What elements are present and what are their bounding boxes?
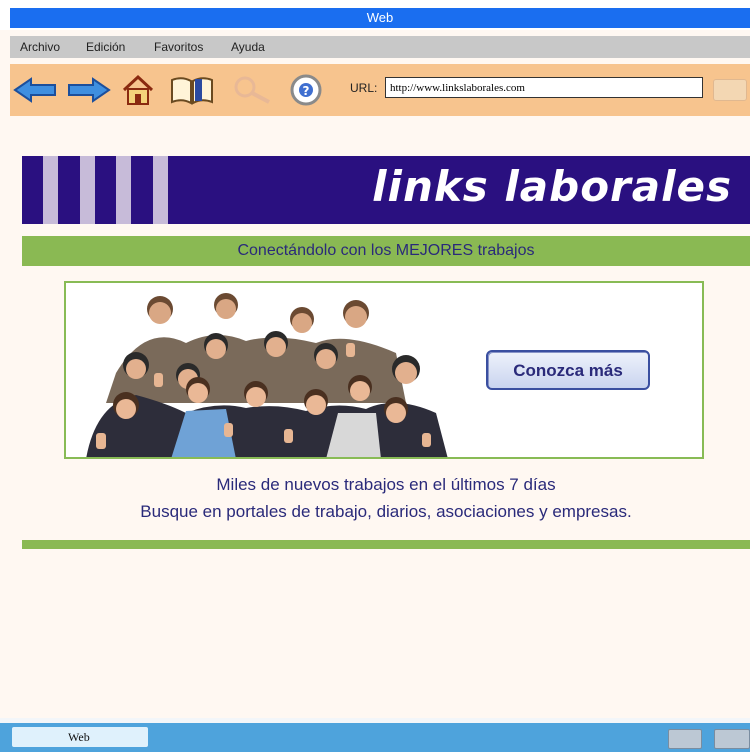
search-magnifier-icon[interactable] <box>228 74 276 106</box>
group-photo <box>76 283 456 457</box>
feature-box: Conozca más <box>64 281 704 459</box>
tray-icon[interactable] <box>668 729 702 749</box>
banner-stripe <box>43 156 58 224</box>
info-line-2: Busque en portales de trabajo, diarios, … <box>140 502 632 521</box>
tagline-text: Conectándolo con los MEJORES trabajos <box>237 242 535 259</box>
tray-icon[interactable] <box>714 729 750 749</box>
bookmarks-book-icon[interactable] <box>168 74 216 106</box>
browser-toolbar: ? URL: http://www.linkslaborales.com <box>10 64 750 116</box>
taskbar-window-button[interactable]: Web <box>12 727 148 747</box>
menu-bar: Archivo Edición Favoritos Ayuda <box>10 36 750 58</box>
site-logo-text: links laborales <box>372 162 732 211</box>
svg-text:?: ? <box>303 84 310 98</box>
site-banner: links laborales <box>22 156 750 224</box>
forward-arrow-icon[interactable] <box>66 74 112 106</box>
window-title: Web <box>10 8 750 28</box>
tagline-bar: Conectándolo con los MEJORES trabajos <box>22 236 750 266</box>
back-arrow-icon[interactable] <box>12 74 58 106</box>
info-line-1: Miles de nuevos trabajos en el últimos 7… <box>216 475 556 494</box>
go-button[interactable] <box>713 79 747 101</box>
menu-ayuda[interactable]: Ayuda <box>231 40 265 54</box>
menu-archivo[interactable]: Archivo <box>20 40 60 54</box>
menu-favoritos[interactable]: Favoritos <box>154 40 203 54</box>
banner-stripe <box>80 156 95 224</box>
url-input[interactable]: http://www.linkslaborales.com <box>385 77 703 98</box>
banner-stripe <box>153 156 168 224</box>
learn-more-button[interactable]: Conozca más <box>486 350 650 390</box>
banner-stripe <box>116 156 131 224</box>
url-label: URL: <box>350 81 378 95</box>
window-titlebar: Web <box>0 0 750 30</box>
home-icon[interactable] <box>120 74 156 106</box>
divider-line <box>22 540 750 549</box>
help-lifebuoy-icon[interactable]: ? <box>286 74 326 106</box>
menu-edicion[interactable]: Edición <box>86 40 125 54</box>
